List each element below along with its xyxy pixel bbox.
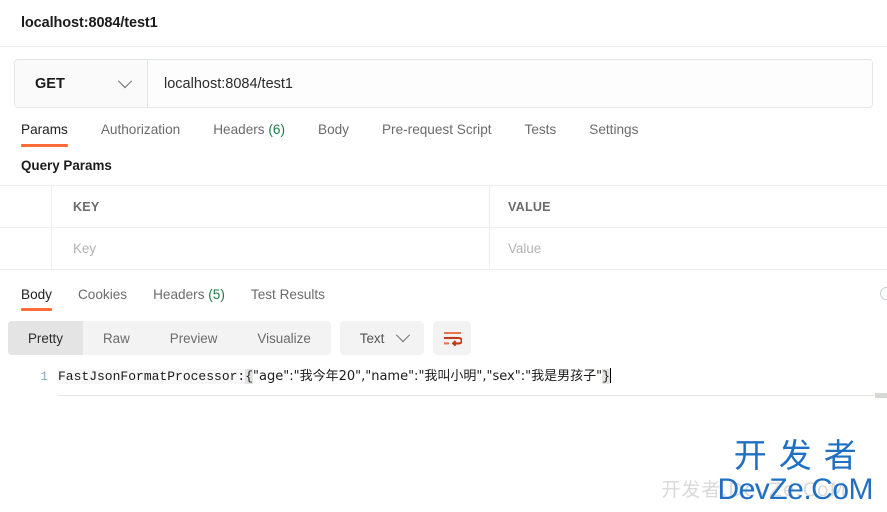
watermark-cn: 开发者 <box>733 436 869 475</box>
tab-body[interactable]: Body <box>318 122 349 147</box>
format-button-preview-label: Preview <box>169 330 218 346</box>
table-checkbox-column <box>0 186 52 227</box>
info-circle-icon[interactable] <box>880 287 887 300</box>
tab-body-label: Body <box>318 122 349 137</box>
table-header-value: VALUE <box>490 186 887 227</box>
format-segmented-control: Pretty Raw Preview Visualize <box>8 321 331 355</box>
response-tabs: Body Cookies Headers (5) Test Results <box>0 270 887 311</box>
tab-settings[interactable]: Settings <box>589 122 638 147</box>
content-type-label: Text <box>359 330 385 346</box>
response-body-content: "age":"我今年20","name":"我叫小明","sex":"我是男孩子… <box>253 369 603 384</box>
tab-tests[interactable]: Tests <box>525 122 557 147</box>
watermark: 开发者 DevZe.CoM <box>717 439 873 505</box>
format-button-pretty-label: Pretty <box>28 330 63 346</box>
response-tab-body[interactable]: Body <box>21 287 52 311</box>
format-button-visualize-label: Visualize <box>257 330 311 346</box>
row-checkbox[interactable] <box>0 228 52 269</box>
row-value-input[interactable]: Value <box>490 228 887 269</box>
line-number-gutter: 1 <box>0 367 58 387</box>
tab-tests-label: Tests <box>524 122 557 137</box>
tab-authorization-label: Authorization <box>100 122 181 137</box>
response-format-toolbar: Pretty Raw Preview Visualize Text <box>0 311 887 355</box>
format-button-visualize[interactable]: Visualize <box>237 321 330 355</box>
tab-params-label: Params <box>21 122 68 137</box>
tab-settings-label: Settings <box>589 122 639 137</box>
table-row[interactable]: Key Value <box>0 228 887 269</box>
response-tab-headers[interactable]: Headers (5) <box>153 287 225 311</box>
code-divider <box>58 395 877 396</box>
wrap-text-icon <box>443 331 462 346</box>
response-tab-headers-label: Headers <box>153 287 205 302</box>
row-value-placeholder: Value <box>508 241 542 256</box>
query-params-heading: Query Params <box>21 158 112 173</box>
response-body-prefix: FastJsonFormatProcessor: <box>58 369 246 384</box>
close-brace: } <box>602 369 610 384</box>
method-label: GET <box>35 75 65 92</box>
titlebar: localhost:8084/test1 <box>0 0 887 47</box>
format-button-pretty[interactable]: Pretty <box>8 321 83 355</box>
table-header-value-label: VALUE <box>508 199 551 214</box>
format-button-raw[interactable]: Raw <box>83 321 150 355</box>
tab-headers-label: Headers <box>213 122 265 137</box>
format-button-preview[interactable]: Preview <box>150 321 238 355</box>
response-tab-test-results-label: Test Results <box>250 287 325 302</box>
tab-headers[interactable]: Headers (6) <box>213 122 285 147</box>
url-input[interactable]: localhost:8084/test1 <box>148 60 872 107</box>
table-header-key-label: KEY <box>73 199 100 214</box>
method-selector[interactable]: GET <box>15 60 148 107</box>
response-tab-test-results[interactable]: Test Results <box>251 287 325 311</box>
response-tab-body-label: Body <box>21 287 52 302</box>
chevron-down-icon <box>117 73 133 88</box>
content-type-dropdown[interactable]: Text <box>339 321 425 355</box>
tab-headers-count: (6) <box>268 122 285 137</box>
tab-authorization[interactable]: Authorization <box>101 122 180 147</box>
chevron-down-icon <box>396 328 411 343</box>
url-bar: GET localhost:8084/test1 <box>14 59 873 108</box>
request-tabs: Params Authorization Headers (6) Body Pr… <box>0 108 887 147</box>
row-key-placeholder: Key <box>73 241 97 256</box>
tab-pre-request-script[interactable]: Pre-request Script <box>382 122 492 147</box>
tab-pre-request-script-label: Pre-request Script <box>381 122 492 137</box>
horizontal-scrollbar[interactable] <box>875 393 887 398</box>
response-body-line[interactable]: FastJsonFormatProcessor:{"age":"我今年20","… <box>58 367 887 387</box>
response-tab-cookies-label: Cookies <box>77 287 128 302</box>
tab-params[interactable]: Params <box>21 122 68 147</box>
open-brace: { <box>245 369 254 384</box>
query-params-table: KEY VALUE Key Value <box>0 185 887 270</box>
response-tab-headers-count: (5) <box>208 287 225 302</box>
table-header-row: KEY VALUE <box>0 186 887 228</box>
row-key-input[interactable]: Key <box>52 228 490 269</box>
text-cursor <box>609 368 612 383</box>
response-body-viewer: 1 FastJsonFormatProcessor:{"age":"我今年20"… <box>0 367 887 398</box>
watermark-en: DevZe.CoM <box>717 473 873 506</box>
line-number: 1 <box>40 370 48 384</box>
table-header-key: KEY <box>52 186 490 227</box>
url-bar-container: GET localhost:8084/test1 <box>0 47 887 108</box>
format-button-raw-label: Raw <box>102 330 130 346</box>
response-tab-cookies[interactable]: Cookies <box>78 287 127 311</box>
page-title: localhost:8084/test1 <box>21 15 158 31</box>
wrap-text-button[interactable] <box>433 321 472 355</box>
